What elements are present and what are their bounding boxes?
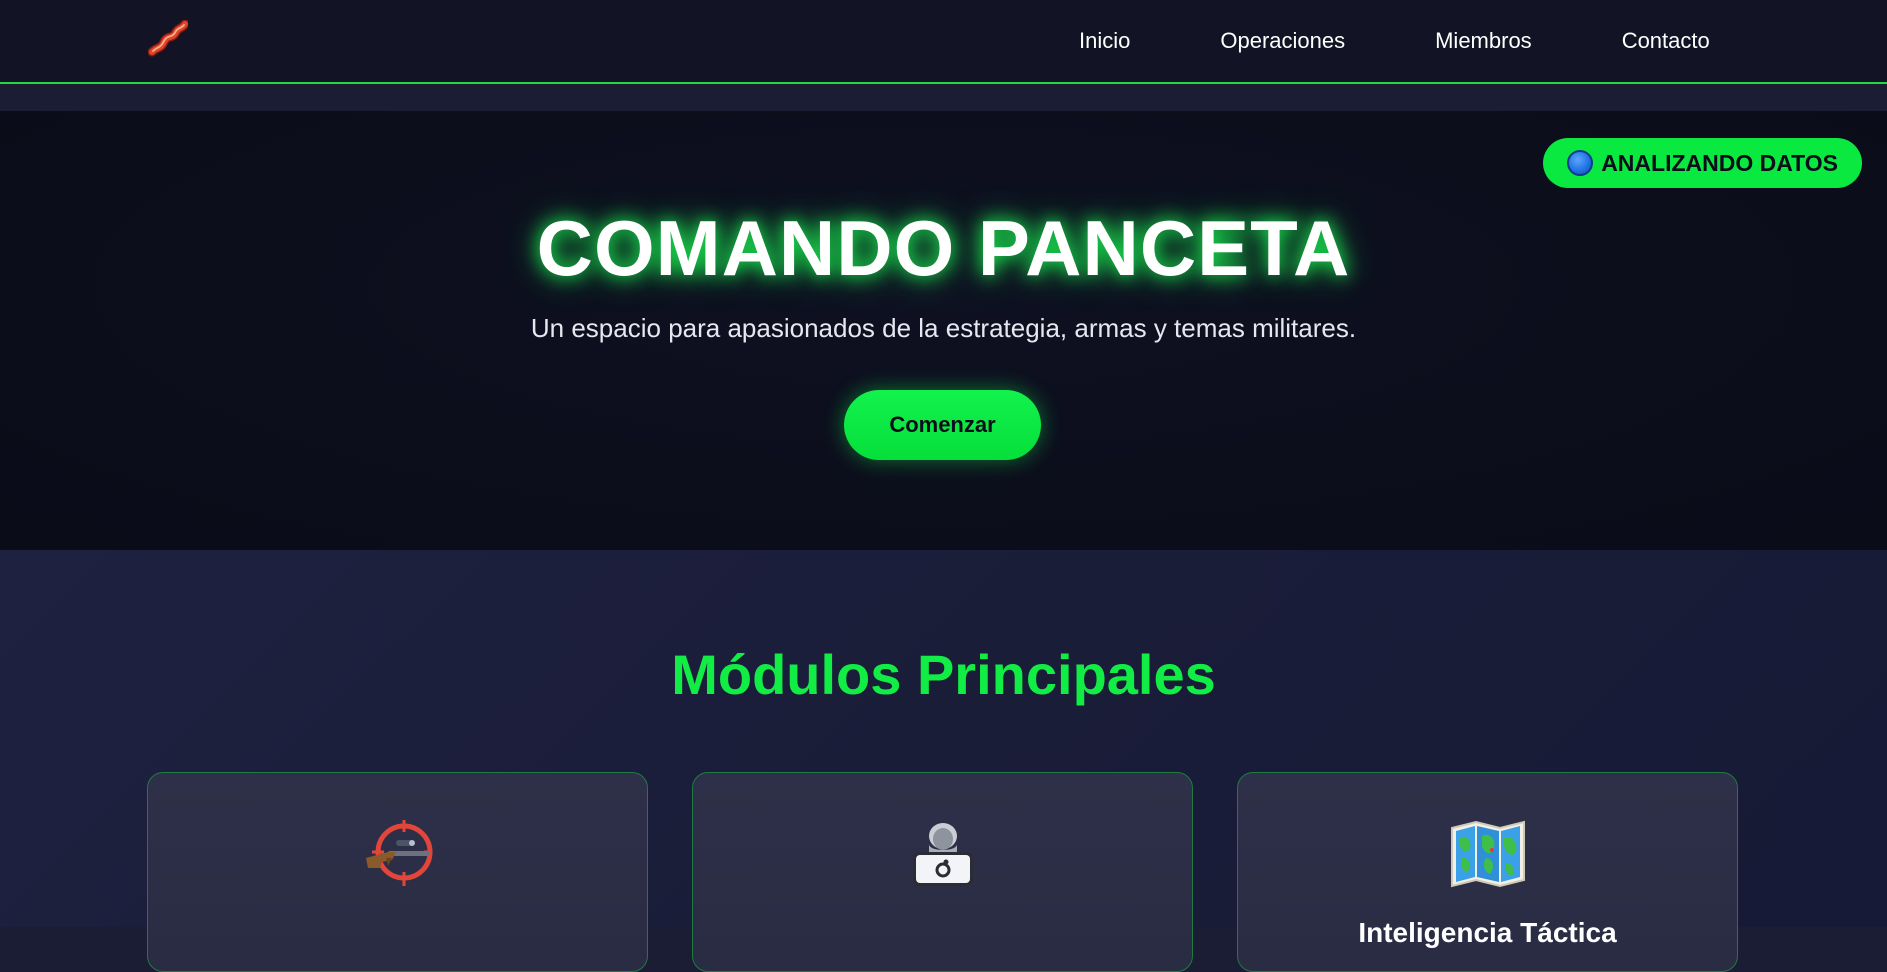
nav-spacer (0, 84, 1887, 111)
modules-section: Módulos Principales Inteligencia Táctica (0, 550, 1887, 972)
module-card[interactable] (692, 772, 1193, 972)
module-card[interactable] (147, 772, 648, 972)
module-card[interactable]: Inteligencia Táctica (1237, 772, 1738, 972)
bacon-icon[interactable] (147, 19, 190, 60)
status-badge-label: ANALIZANDO DATOS (1601, 149, 1838, 176)
nav-link-miembros[interactable]: Miembros (1435, 28, 1532, 54)
hacker-laptop-icon (693, 818, 1192, 890)
navbar: Inicio Operaciones Miembros Contacto (0, 0, 1887, 84)
comenzar-button[interactable]: Comenzar (844, 390, 1041, 460)
hero-subtitle: Un espacio para apasionados de la estrat… (530, 313, 1357, 343)
section-title: Módulos Principales (671, 643, 1216, 706)
nav-link-inicio[interactable]: Inicio (1079, 28, 1130, 54)
nav-links: Inicio Operaciones Miembros Contacto (1079, 0, 1710, 82)
sniper-rifle-crosshair-icon (148, 818, 647, 890)
hero-title: COMANDO PANCETA (536, 204, 1351, 292)
nav-link-contacto[interactable]: Contacto (1622, 28, 1710, 54)
blue-circle-icon (1567, 150, 1594, 176)
module-card-title: Inteligencia Táctica (1358, 917, 1617, 948)
world-map-icon (1238, 818, 1737, 890)
hero-section: ANALIZANDO DATOS COMANDO PANCETA Un espa… (0, 111, 1887, 550)
status-badge: ANALIZANDO DATOS (1543, 138, 1862, 188)
nav-link-operaciones[interactable]: Operaciones (1220, 28, 1345, 54)
